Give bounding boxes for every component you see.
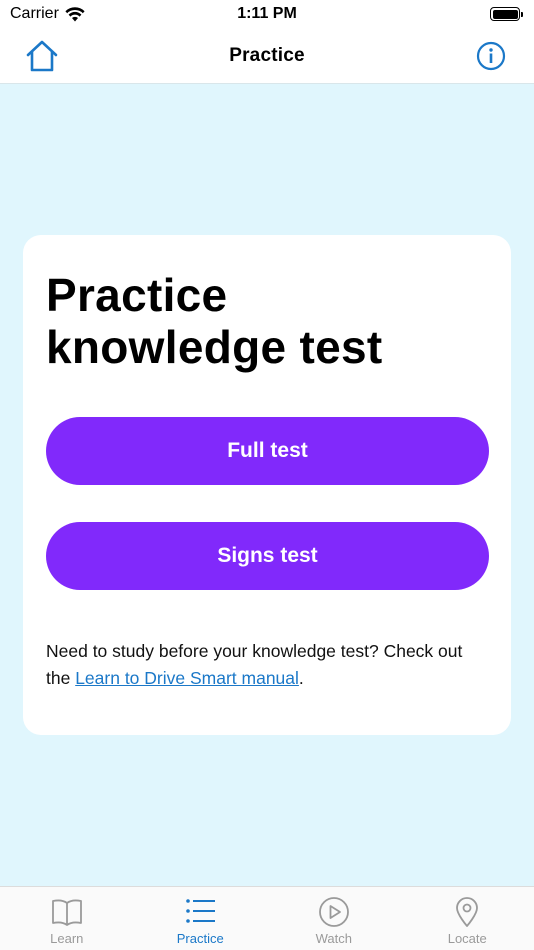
tab-learn[interactable]: Learn: [0, 887, 134, 950]
tab-watch-label: Watch: [315, 931, 352, 946]
page-title: Practice: [229, 44, 305, 66]
book-icon: [51, 899, 82, 926]
location-pin-icon: [456, 897, 479, 927]
home-icon[interactable]: [24, 38, 60, 74]
full-test-button[interactable]: Full test: [46, 417, 489, 485]
card-title-line1: Practice: [46, 269, 228, 321]
status-left: Carrier: [10, 5, 85, 23]
screen: Carrier 1:11 PM Practice Practice knowle…: [0, 0, 534, 950]
tab-practice[interactable]: Practice: [134, 887, 268, 950]
manual-link[interactable]: Learn to Drive Smart manual: [75, 668, 299, 688]
tab-practice-label: Practice: [176, 931, 224, 946]
card-title: Practice knowledge test: [46, 269, 488, 373]
battery-icon: [490, 7, 523, 21]
status-bar: Carrier 1:11 PM: [0, 0, 534, 28]
practice-card: Practice knowledge test Full test Signs …: [23, 235, 511, 735]
signs-test-button[interactable]: Signs test: [46, 522, 489, 590]
wifi-icon: [65, 6, 85, 21]
tab-locate[interactable]: Locate: [401, 887, 534, 950]
study-note-suffix: .: [298, 668, 304, 688]
nav-bar: Practice: [0, 28, 534, 84]
tab-watch[interactable]: Watch: [267, 887, 401, 950]
main-content: Practice knowledge test Full test Signs …: [0, 84, 534, 886]
tab-bar: Learn Practice Watch Locate: [0, 886, 534, 950]
list-icon: [186, 899, 216, 923]
study-note: Need to study before your knowledge test…: [46, 638, 488, 692]
tab-learn-label: Learn: [50, 931, 84, 946]
play-icon: [318, 897, 349, 927]
tab-locate-label: Locate: [447, 931, 487, 946]
info-icon[interactable]: [476, 41, 506, 71]
carrier-label: Carrier: [10, 5, 59, 22]
card-title-line2: knowledge test: [46, 321, 383, 373]
